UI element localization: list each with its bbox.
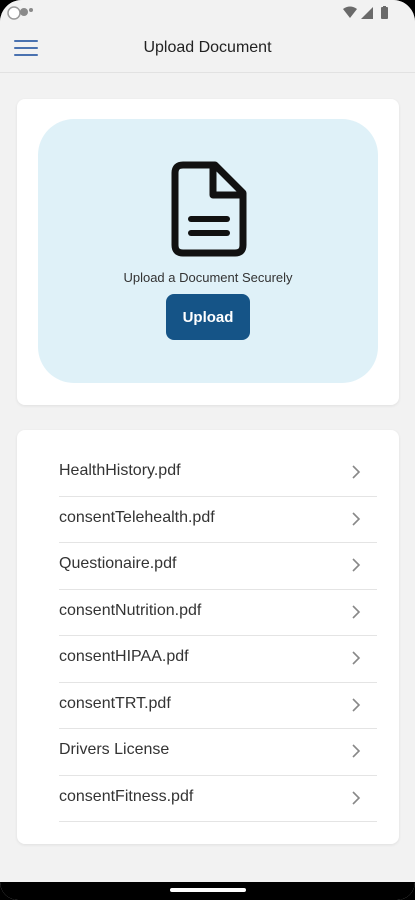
chevron-right-icon xyxy=(352,558,361,572)
chevron-right-icon xyxy=(352,511,361,526)
document-list-card: HealthHistory.pdf consentTelehealth.pdf … xyxy=(17,430,399,844)
upload-button[interactable]: Upload xyxy=(166,294,250,340)
signal-icon xyxy=(361,7,373,19)
document-row[interactable]: consentHIPAA.pdf xyxy=(59,636,377,683)
document-row[interactable]: consentTRT.pdf xyxy=(59,683,377,729)
document-row[interactable]: consentTelehealth.pdf xyxy=(59,497,377,543)
upload-card: Upload a Document Securely Upload xyxy=(17,99,399,405)
chevron-right-icon xyxy=(352,465,361,479)
document-row[interactable]: Questionaire.pdf xyxy=(59,543,377,590)
status-app-icons xyxy=(7,6,33,20)
document-row[interactable]: Drivers License xyxy=(59,729,377,776)
phone-screen: Upload Document Upload a Document Secure… xyxy=(0,0,415,900)
document-name: consentNutrition.pdf xyxy=(59,601,202,619)
document-name: Questionaire.pdf xyxy=(59,555,177,572)
app-bar: Upload Document xyxy=(0,26,415,73)
document-row[interactable]: consentNutrition.pdf xyxy=(59,590,377,636)
chevron-right-icon xyxy=(352,744,361,758)
chevron-right-icon xyxy=(352,604,361,619)
notification-icon xyxy=(20,8,28,16)
home-indicator[interactable] xyxy=(170,888,246,892)
document-name: consentTelehealth.pdf xyxy=(59,508,215,526)
page-title: Upload Document xyxy=(143,39,272,56)
document-icon xyxy=(171,161,247,257)
document-name: consentTRT.pdf xyxy=(59,694,171,712)
system-navigation-bar xyxy=(0,882,415,900)
upload-caption: Upload a Document Securely xyxy=(123,270,293,285)
chevron-right-icon xyxy=(352,790,361,805)
document-list: HealthHistory.pdf consentTelehealth.pdf … xyxy=(59,450,377,822)
document-name: consentHIPAA.pdf xyxy=(59,648,189,665)
upload-drop-zone[interactable]: Upload a Document Securely Upload xyxy=(38,119,378,383)
status-bar xyxy=(0,0,415,26)
document-name: Drivers License xyxy=(59,741,170,758)
chevron-right-icon xyxy=(352,651,361,665)
document-row[interactable]: HealthHistory.pdf xyxy=(59,450,377,497)
app-icon xyxy=(7,6,21,20)
status-system-icons xyxy=(343,6,388,19)
document-row[interactable]: consentFitness.pdf xyxy=(59,776,377,822)
chevron-right-icon xyxy=(352,697,361,712)
document-name: HealthHistory.pdf xyxy=(59,462,181,479)
wifi-icon xyxy=(343,6,357,18)
battery-icon xyxy=(381,7,388,19)
document-name: consentFitness.pdf xyxy=(59,787,194,805)
